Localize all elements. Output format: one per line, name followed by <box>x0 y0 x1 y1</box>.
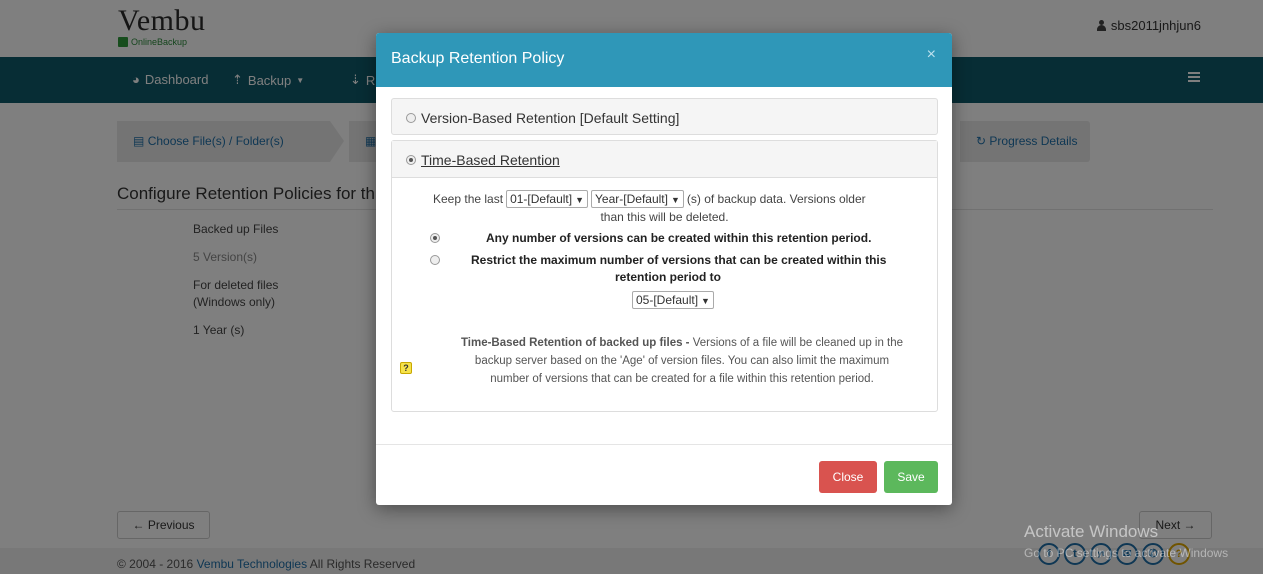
keep-last-note: than this will be deleted. <box>600 210 729 224</box>
help-description: Time-Based Retention of backed up files … <box>460 337 904 385</box>
dialog-title: Backup Retention Policy <box>391 50 565 67</box>
version-based-radio[interactable] <box>406 113 416 123</box>
time-based-label[interactable]: Time-Based Retention <box>421 152 560 168</box>
retention-unit-select[interactable]: Year-[Default] ▼ <box>591 190 684 208</box>
close-button[interactable]: Close <box>819 461 877 493</box>
time-based-radio[interactable] <box>406 155 416 165</box>
time-based-panel: Time-Based Retention Keep the last 01-[D… <box>391 140 938 412</box>
activation-watermark-sub: Go to PC settings to activate Windows <box>1024 546 1229 560</box>
dialog-header: Backup Retention Policy × <box>376 33 952 87</box>
restrict-versions-label-2: retention period to <box>615 270 721 284</box>
caret-down-icon: ▼ <box>575 195 585 205</box>
version-based-panel[interactable]: Version-Based Retention [Default Setting… <box>391 98 938 135</box>
max-versions-select[interactable]: 05-[Default] ▼ <box>632 291 714 309</box>
retention-count-select[interactable]: 01-[Default] ▼ <box>506 190 589 208</box>
caret-down-icon: ▼ <box>701 296 710 306</box>
save-button[interactable]: Save <box>884 461 938 493</box>
version-based-label: Version-Based Retention [Default Setting… <box>421 110 680 126</box>
any-versions-radio[interactable] <box>430 233 440 243</box>
caret-down-icon: ▼ <box>670 195 680 205</box>
retention-policy-dialog: Backup Retention Policy × Version-Based … <box>376 33 952 505</box>
dialog-footer: Close Save <box>376 444 952 505</box>
activation-watermark: Activate Windows <box>1024 522 1159 541</box>
restrict-versions-label: Restrict the maximum number of versions … <box>471 253 887 267</box>
keep-last-row: Keep the last 01-[Default] ▼ Year-[Defaul… <box>433 190 866 208</box>
any-versions-label: Any number of versions can be created wi… <box>486 231 872 245</box>
restrict-versions-radio[interactable] <box>430 255 440 265</box>
help-icon[interactable]: ? <box>400 362 412 374</box>
close-icon[interactable]: × <box>927 46 936 64</box>
